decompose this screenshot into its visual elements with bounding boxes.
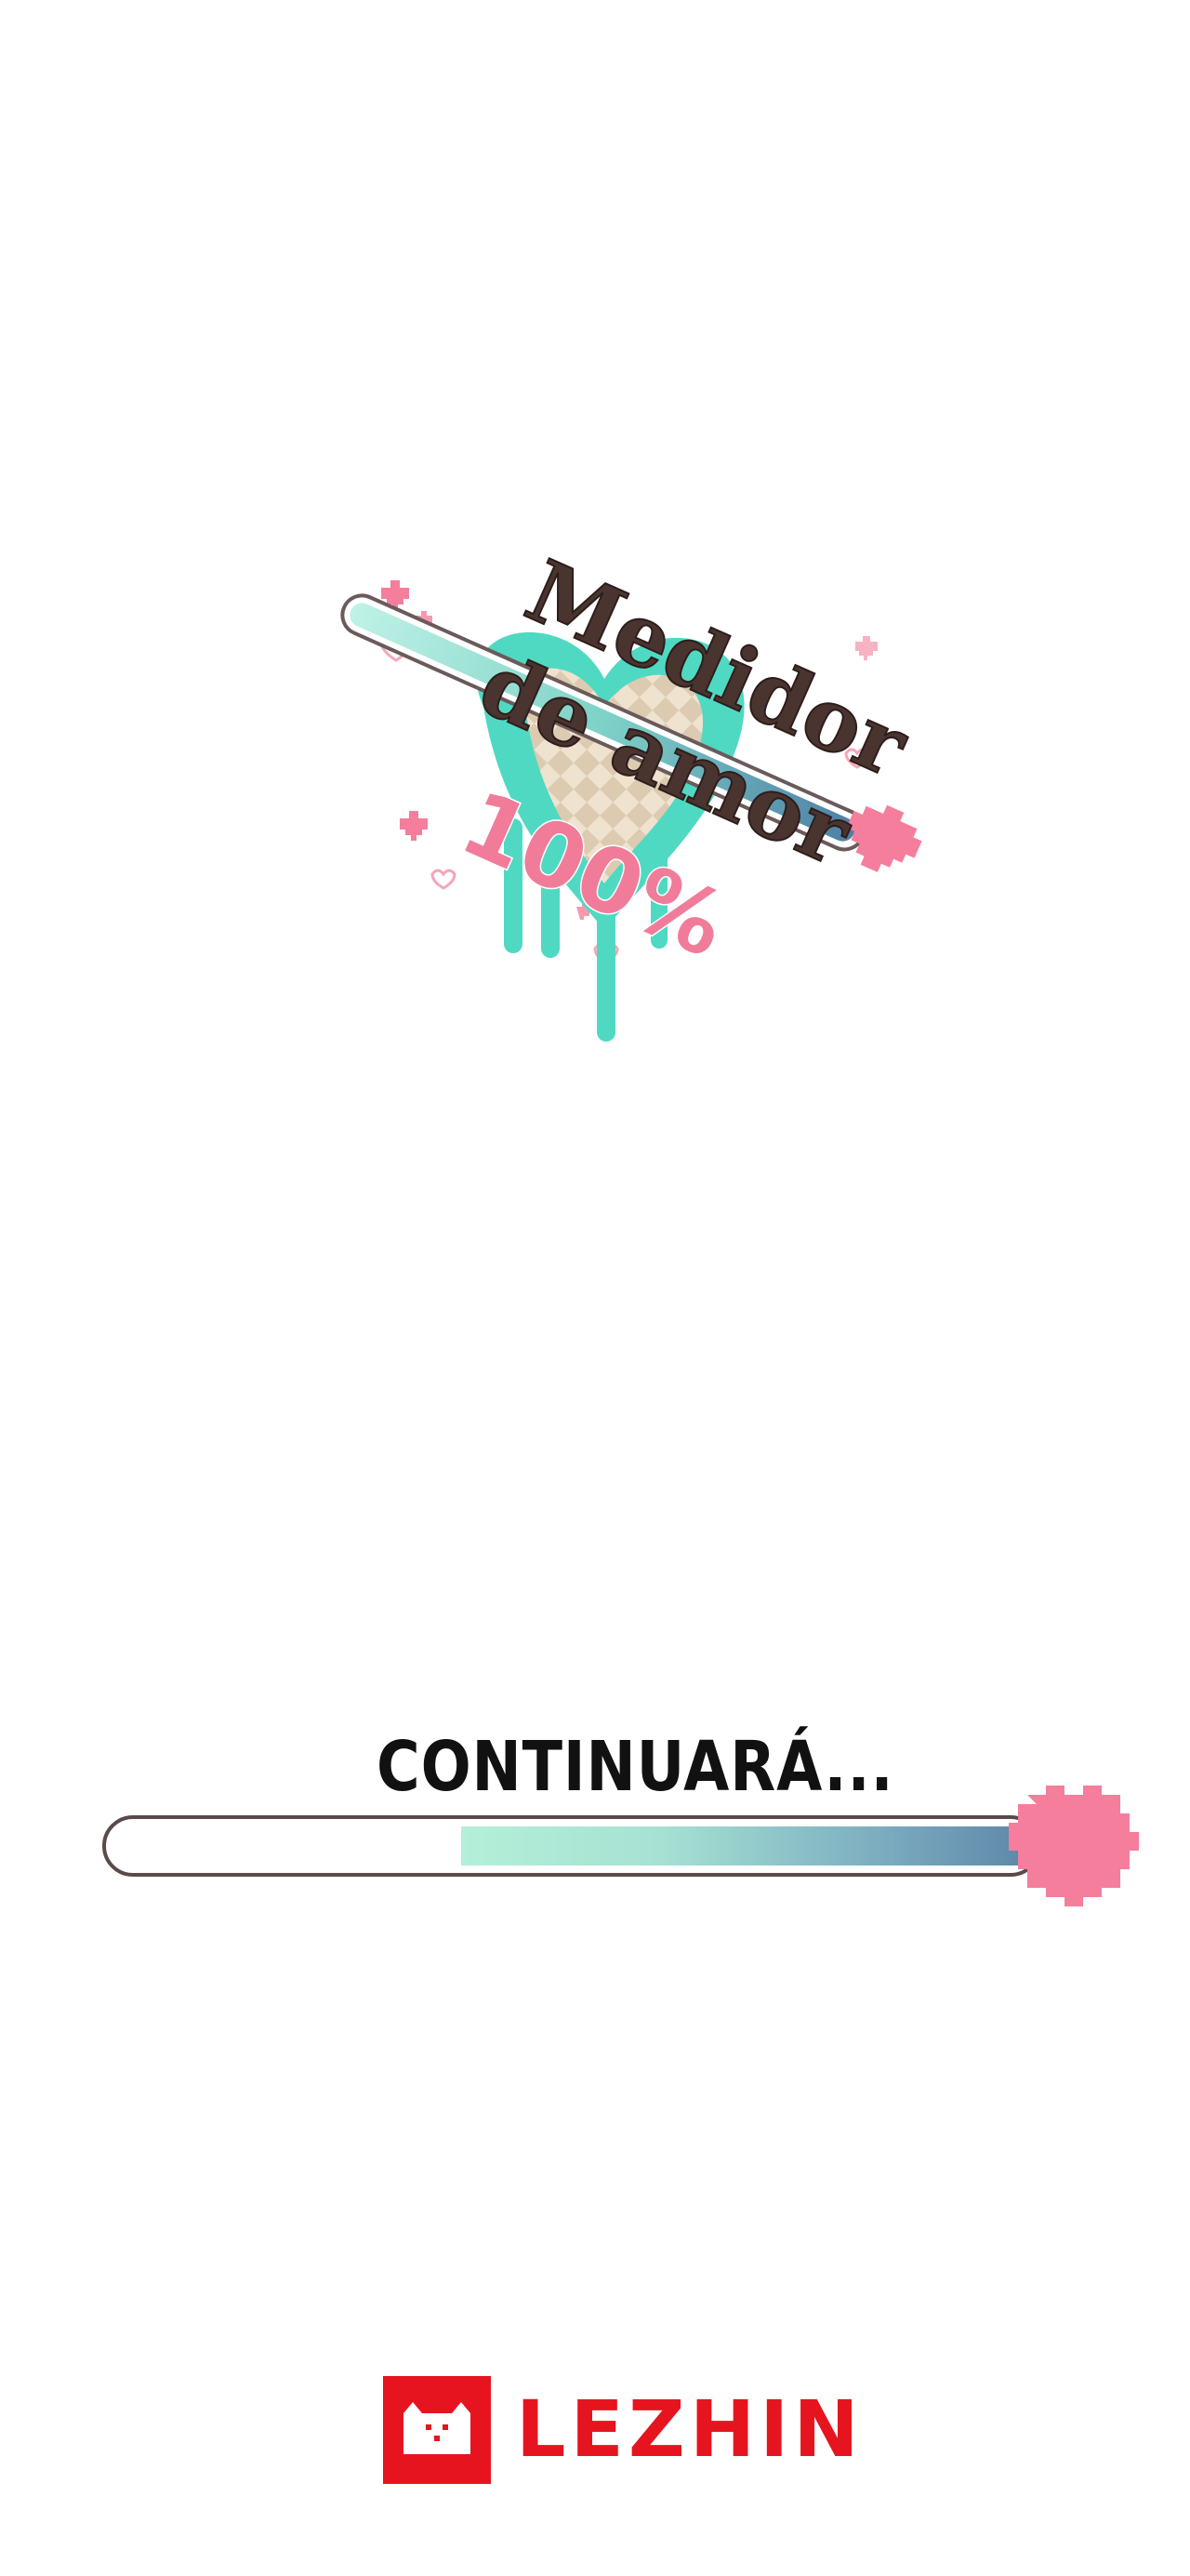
lezhin-cat-icon <box>383 2376 491 2484</box>
brand-name: LEZHIN <box>516 2383 864 2475</box>
continue-text: CONTINUARÁ... <box>377 1727 894 1807</box>
title-logo-art: Medidor de amor 100% <box>340 539 924 1042</box>
pixel-heart-icon <box>999 1776 1148 1916</box>
progress-fill <box>461 1826 1034 1866</box>
title-logo: Medidor de amor 100% <box>298 539 930 1153</box>
